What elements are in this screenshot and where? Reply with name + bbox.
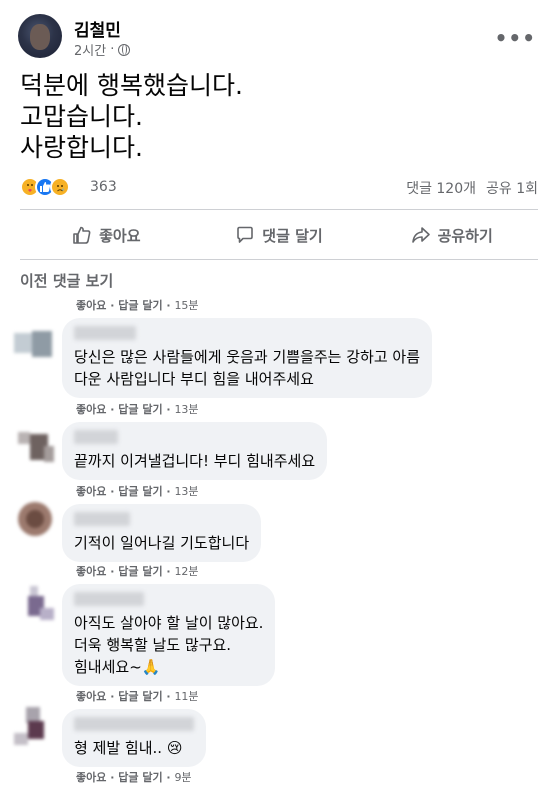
comment-count[interactable]: 댓글 120개 (406, 178, 476, 198)
commenter-avatar[interactable] (14, 498, 56, 540)
globe-icon (118, 43, 131, 56)
comment-meta: 좋아요 · 답글 달기 · 13분 (76, 401, 199, 417)
comment-meta: 좋아요 · 답글 달기 · 15분 (76, 297, 199, 313)
meta-separator: · (110, 403, 115, 416)
commenter-name-blurred[interactable] (74, 512, 130, 526)
comment-time[interactable]: 13분 (174, 485, 198, 498)
meta-separator: · (166, 690, 171, 703)
like-button[interactable]: 좋아요 (20, 214, 193, 256)
comment-icon (237, 226, 254, 243)
sad-reaction-icon (50, 177, 70, 197)
comment-text: 끝까지 이겨낼겁니다! 부디 힘내주세요 (74, 452, 316, 470)
comment-meta: 좋아요 · 답글 달기 · 12분 (76, 563, 199, 579)
comment-bubble: 기적이 일어나길 기도합니다 (62, 504, 262, 562)
post-line: 덕분에 행복했습니다. (20, 71, 243, 100)
commenter-name-blurred[interactable] (74, 430, 118, 444)
comment-time[interactable]: 13분 (174, 403, 198, 416)
share-count[interactable]: 공유 1회 (486, 178, 538, 198)
reaction-count[interactable]: 363 (90, 179, 117, 195)
post-meta: 2시간 · (74, 40, 131, 59)
comment-like-link[interactable]: 좋아요 (76, 690, 106, 703)
post-stats: 363 댓글 120개 공유 1회 (20, 175, 540, 199)
commenter-name-blurred[interactable] (74, 326, 136, 340)
comment-text: 힘내세요~🙏 (74, 658, 161, 676)
comment-like-link[interactable]: 좋아요 (76, 299, 106, 312)
commenter-name-blurred[interactable] (74, 717, 194, 731)
comment-meta: 좋아요 · 답글 달기 · 13분 (76, 483, 199, 499)
comment-like-link[interactable]: 좋아요 (76, 485, 106, 498)
comment-meta: 좋아요 · 답글 달기 · 9분 (76, 769, 192, 785)
comment-text: 형 제발 힘내.. 😢 (74, 739, 183, 757)
like-label: 좋아요 (99, 226, 141, 245)
comment-reply-link[interactable]: 답글 달기 (118, 299, 162, 312)
meta-separator: · (166, 771, 171, 784)
comment-time[interactable]: 15분 (174, 299, 198, 312)
comment-time[interactable]: 12분 (174, 565, 198, 578)
comment-label: 댓글 달기 (262, 226, 323, 245)
comment-reply-link[interactable]: 답글 달기 (118, 565, 162, 578)
commenter-avatar[interactable] (14, 426, 56, 468)
comment-meta: 좋아요 · 답글 달기 · 11분 (76, 688, 199, 704)
meta-separator: · (110, 690, 115, 703)
share-arrow-icon (411, 227, 430, 243)
comment-time[interactable]: 9분 (174, 771, 191, 784)
meta-separator: · (110, 42, 115, 57)
comment-bubble: 당신은 많은 사람들에게 웃음과 기쁨을주는 강하고 아름 다운 사람입니다 부… (62, 318, 433, 398)
comment-time[interactable]: 11분 (174, 690, 198, 703)
post-header: 김철민 2시간 · ••• (18, 12, 538, 62)
stats-right: 댓글 120개 공유 1회 (406, 178, 538, 198)
comment-text: 기적이 일어나길 기도합니다 (74, 534, 250, 552)
meta-separator: · (110, 485, 115, 498)
thumbs-up-icon (73, 226, 91, 244)
comment-text: 아직도 살아야 할 날이 많아요. (74, 614, 264, 632)
meta-separator: · (110, 299, 115, 312)
comment-like-link[interactable]: 좋아요 (76, 771, 106, 784)
comment-text: 당신은 많은 사람들에게 웃음과 기쁨을주는 강하고 아름 (74, 348, 421, 366)
comment-bubble: 아직도 살아야 할 날이 많아요. 더욱 행복할 날도 많구요. 힘내세요~🙏 (62, 584, 276, 686)
comment-reply-link[interactable]: 답글 달기 (118, 485, 162, 498)
post-time[interactable]: 2시간 (74, 40, 106, 59)
meta-separator: · (110, 565, 115, 578)
comment-bubble: 끝까지 이겨낼겁니다! 부디 힘내주세요 (62, 422, 328, 480)
comment-text: 더욱 행복할 날도 많구요. (74, 636, 232, 654)
commenter-avatar[interactable] (14, 584, 56, 626)
post-text: 덕분에 행복했습니다. 고맙습니다. 사랑합니다. (20, 70, 243, 163)
commenter-name-blurred[interactable] (74, 592, 144, 606)
meta-separator: · (166, 299, 171, 312)
meta-separator: · (166, 565, 171, 578)
meta-separator: · (166, 403, 171, 416)
post-line: 사랑합니다. (20, 133, 143, 162)
comment-reply-link[interactable]: 답글 달기 (118, 771, 162, 784)
meta-separator: · (110, 771, 115, 784)
post-actions: 좋아요 댓글 달기 공유하기 (20, 214, 538, 256)
more-horizontal-icon[interactable]: ••• (495, 26, 536, 50)
comment-like-link[interactable]: 좋아요 (76, 565, 106, 578)
commenter-avatar[interactable] (14, 705, 56, 747)
comment-button[interactable]: 댓글 달기 (193, 214, 366, 256)
comment-reply-link[interactable]: 답글 달기 (118, 690, 162, 703)
comment-text: 다운 사람입니다 부디 힘을 내어주세요 (74, 370, 314, 388)
comment-bubble: 형 제발 힘내.. 😢 (62, 709, 206, 767)
divider (20, 209, 538, 210)
author-avatar[interactable] (18, 14, 62, 58)
comment-like-link[interactable]: 좋아요 (76, 403, 106, 416)
meta-separator: · (166, 485, 171, 498)
reaction-icons[interactable] (20, 177, 70, 197)
comment-reply-link[interactable]: 답글 달기 (118, 403, 162, 416)
author-name[interactable]: 김철민 (74, 16, 121, 41)
share-label: 공유하기 (437, 226, 493, 245)
view-previous-comments-link[interactable]: 이전 댓글 보기 (20, 270, 113, 291)
post-line: 고맙습니다. (20, 102, 143, 131)
commenter-avatar[interactable] (14, 323, 56, 365)
divider (20, 259, 538, 260)
share-button[interactable]: 공유하기 (365, 214, 538, 256)
